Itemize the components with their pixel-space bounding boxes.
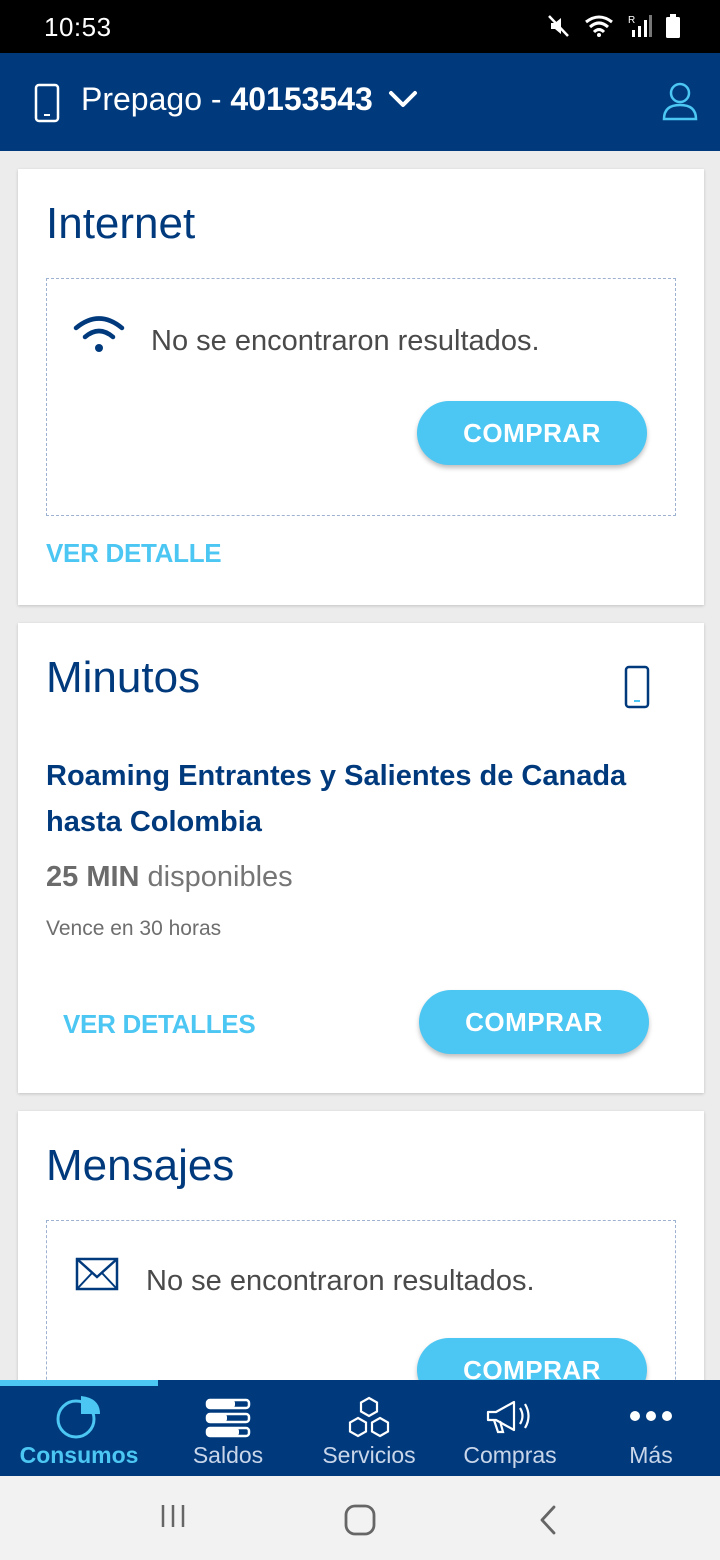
minutos-buy-button[interactable]: COMPRAR <box>419 990 649 1054</box>
line-selector[interactable]: Prepago - 40153543 <box>81 81 373 118</box>
minutos-amount-suffix: disponibles <box>139 861 293 893</box>
signal-icon: R <box>628 15 652 37</box>
wifi-icon <box>73 316 125 352</box>
minutos-title: Minutos <box>46 653 201 702</box>
internet-title: Internet <box>46 199 196 248</box>
plan-type-label: Prepago - <box>81 81 231 117</box>
phone-icon <box>34 83 60 123</box>
minutos-amount-value: 25 MIN <box>46 861 140 893</box>
internet-empty-box: No se encontraron resultados. COMPRAR <box>46 278 676 516</box>
app-header: Prepago - 40153543 <box>0 53 720 151</box>
wifi-status-icon <box>585 15 613 37</box>
chevron-down-icon[interactable] <box>388 89 418 109</box>
status-time: 10:53 <box>44 12 112 42</box>
minutos-detail-link[interactable]: VER DETALLES <box>63 1009 256 1040</box>
minutos-amount: 25 MIN disponibles <box>46 861 293 894</box>
minutos-plan-name: Roaming Entrantes y Salientes de Canada … <box>46 760 627 838</box>
system-navigation-bar <box>0 1476 720 1560</box>
recent-apps-icon[interactable] <box>159 1502 187 1530</box>
balance-bars-icon <box>205 1398 251 1438</box>
battery-icon <box>666 14 680 38</box>
mobile-phone-icon <box>624 665 650 709</box>
megaphone-icon <box>486 1400 530 1434</box>
internet-card: Internet No se encontraron resultados. C… <box>18 169 704 605</box>
hexagons-icon <box>348 1396 390 1438</box>
more-dots-icon <box>630 1411 672 1421</box>
mensajes-card: Mensajes No se encontraron resultados. C… <box>18 1111 704 1420</box>
status-bar: 10:53 R <box>0 0 720 53</box>
nav-label-mas: Más <box>629 1442 673 1468</box>
nav-item-mas[interactable]: Más <box>579 1380 720 1476</box>
nav-label-compras: Compras <box>463 1442 557 1468</box>
nav-item-consumos[interactable]: Consumos <box>7 1380 151 1476</box>
internet-detail-link[interactable]: VER DETALLE <box>46 538 222 569</box>
line-number: 40153543 <box>230 81 373 117</box>
nav-item-compras[interactable]: Compras <box>438 1380 582 1476</box>
user-profile-icon[interactable] <box>662 81 698 121</box>
bottom-navigation: Consumos Saldos Servicios Compras Más <box>0 1380 720 1476</box>
nav-item-servicios[interactable]: Servicios <box>297 1380 441 1476</box>
internet-empty-message: No se encontraron resultados. <box>151 325 540 357</box>
mute-icon <box>548 15 569 37</box>
back-icon[interactable] <box>538 1504 558 1536</box>
nav-label-servicios: Servicios <box>322 1442 416 1468</box>
home-icon[interactable] <box>344 1504 376 1536</box>
status-icons: R <box>548 14 680 38</box>
envelope-icon <box>75 1257 119 1291</box>
mensajes-title: Mensajes <box>46 1141 235 1190</box>
nav-item-saldos[interactable]: Saldos <box>156 1380 300 1476</box>
minutos-card: Minutos Roaming Entrantes y Salientes de… <box>18 623 704 1093</box>
nav-label-saldos: Saldos <box>192 1442 264 1468</box>
signal-label: R <box>628 15 635 26</box>
mensajes-empty-message: No se encontraron resultados. <box>146 1265 535 1297</box>
minutos-expiry: Vence en 30 horas <box>46 917 222 940</box>
nav-label-consumos: Consumos <box>19 1442 139 1468</box>
internet-buy-button[interactable]: COMPRAR <box>417 401 647 465</box>
pie-chart-icon <box>56 1396 100 1439</box>
